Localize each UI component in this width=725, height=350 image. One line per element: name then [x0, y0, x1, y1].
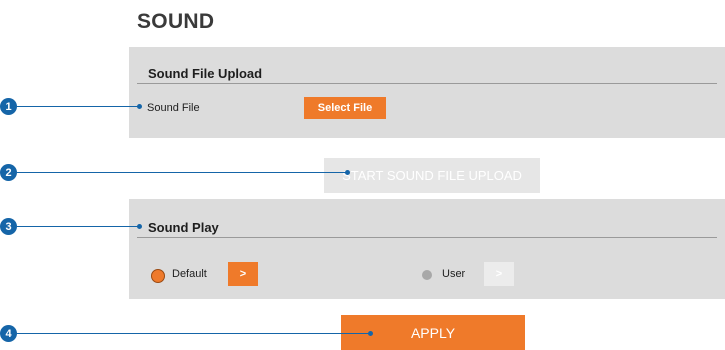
sound-play-title: Sound Play	[148, 220, 219, 235]
play-default-button[interactable]: >	[228, 262, 258, 286]
callout-1-badge: 1	[0, 98, 17, 115]
sound-file-upload-panel	[129, 47, 725, 138]
callout-4-line	[17, 333, 370, 334]
user-radio-label: User	[442, 268, 466, 280]
play-user-button[interactable]: >	[484, 262, 514, 286]
callout-2-badge: 2	[0, 164, 17, 181]
default-radio[interactable]	[151, 269, 165, 283]
default-radio-label: Default	[172, 268, 207, 280]
callout-4-dot	[368, 331, 373, 336]
callout-2-dot	[345, 170, 350, 175]
select-file-button[interactable]: Select File	[304, 97, 386, 119]
user-radio[interactable]	[422, 270, 432, 280]
callout-4-badge: 4	[0, 325, 17, 342]
sound-file-upload-title: Sound File Upload	[148, 66, 263, 81]
section-divider	[137, 237, 717, 238]
section-divider	[137, 83, 717, 84]
callout-1-line	[17, 106, 138, 107]
page-title: SOUND	[137, 10, 215, 33]
callout-3-badge: 3	[0, 218, 17, 235]
sound-play-panel	[129, 199, 725, 299]
callout-2-line	[17, 172, 347, 173]
callout-3-line	[17, 226, 138, 227]
sound-file-label: Sound File	[147, 102, 200, 114]
start-sound-file-upload-button[interactable]: START SOUND FILE UPLOAD	[324, 158, 540, 193]
callout-3-dot	[137, 224, 142, 229]
callout-1-dot	[137, 104, 142, 109]
